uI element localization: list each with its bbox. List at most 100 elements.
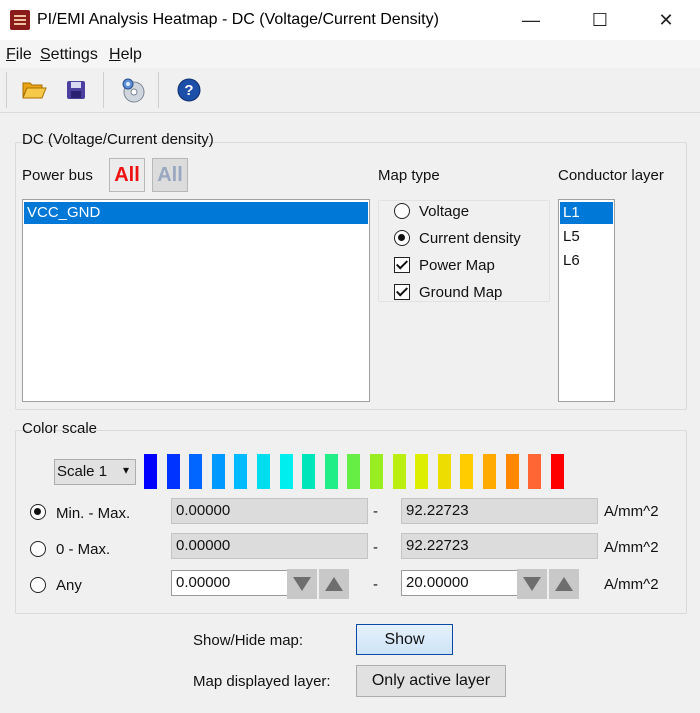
- color-scale-title: Color scale: [22, 420, 98, 437]
- range-dash: -: [373, 503, 378, 520]
- power-bus-all-button[interactable]: All: [109, 158, 145, 192]
- color-swatch: [280, 454, 293, 489]
- any-max-decrement-button[interactable]: [517, 569, 547, 599]
- menu-settings-accel: S: [40, 46, 51, 63]
- menu-settings[interactable]: Settings: [40, 46, 98, 64]
- color-swatch: [144, 454, 157, 489]
- min-max-min-field: 0.00000: [171, 498, 368, 524]
- color-swatch: [325, 454, 338, 489]
- show-button[interactable]: Show: [356, 624, 453, 655]
- settings-disc-icon: [122, 78, 145, 103]
- open-button[interactable]: [19, 76, 49, 104]
- unit-label: A/mm^2: [604, 503, 659, 520]
- help-button[interactable]: ?: [174, 76, 204, 104]
- any-max-input[interactable]: 20.00000: [401, 570, 518, 596]
- voltage-label: Voltage: [419, 203, 470, 220]
- scale-select-value: Scale 1: [57, 463, 108, 480]
- toolbar-separator: [103, 72, 104, 108]
- maximize-icon: ☐: [591, 9, 609, 30]
- menu-file-label: ile: [15, 46, 32, 63]
- toolbar-separator: [158, 72, 159, 108]
- minimize-button[interactable]: —: [508, 0, 554, 40]
- ground-map-checkbox[interactable]: [394, 284, 410, 300]
- color-swatch: [302, 454, 315, 489]
- power-bus-label: Power bus: [22, 167, 93, 184]
- triangle-up-icon: [555, 577, 573, 591]
- maximize-button[interactable]: ☐: [577, 0, 623, 40]
- app-logo-icon: [10, 10, 30, 30]
- triangle-up-icon: [325, 577, 343, 591]
- any-max-increment-button[interactable]: [549, 569, 579, 599]
- dc-group-title: DC (Voltage/Current density): [22, 131, 214, 148]
- show-hide-label: Show/Hide map:: [193, 632, 304, 649]
- current-density-radio[interactable]: [394, 230, 410, 246]
- unit-label: A/mm^2: [604, 539, 659, 556]
- color-swatch: [528, 454, 541, 489]
- map-type-label: Map type: [378, 167, 440, 184]
- open-folder-icon: [22, 82, 47, 99]
- color-swatch: [234, 454, 247, 489]
- menu-bar: [0, 40, 700, 68]
- layer-item-l6[interactable]: L6: [560, 250, 613, 272]
- toolbar: [0, 68, 700, 113]
- color-swatch: [415, 454, 428, 489]
- help-question-mark: ?: [184, 82, 193, 99]
- power-bus-all-disabled-button[interactable]: All: [152, 158, 188, 192]
- color-swatch: [460, 454, 473, 489]
- toolbar-separator: [6, 72, 7, 108]
- window-title: PI/EMI Analysis Heatmap - DC (Voltage/Cu…: [37, 11, 439, 28]
- menu-help-accel: H: [109, 46, 121, 63]
- conductor-layer-label: Conductor layer: [558, 167, 664, 184]
- min-max-label: Min. - Max.: [56, 505, 131, 522]
- save-button[interactable]: [61, 76, 91, 104]
- any-label: Any: [56, 577, 82, 594]
- range-dash: -: [373, 539, 378, 556]
- zero-max-label: 0 - Max.: [56, 541, 111, 558]
- any-min-input[interactable]: 0.00000: [171, 570, 288, 596]
- menu-help-label: elp: [120, 46, 142, 63]
- any-min-increment-button[interactable]: [319, 569, 349, 599]
- power-map-checkbox[interactable]: [394, 257, 410, 273]
- any-min-decrement-button[interactable]: [287, 569, 317, 599]
- chevron-down-icon: ▾: [123, 463, 130, 477]
- color-swatch: [257, 454, 270, 489]
- menu-help[interactable]: Help: [109, 46, 142, 64]
- menu-file[interactable]: File: [6, 46, 32, 64]
- power-bus-item[interactable]: VCC_GND: [24, 202, 368, 224]
- color-swatch: [347, 454, 360, 489]
- unit-label: A/mm^2: [604, 576, 659, 593]
- triangle-down-icon: [293, 577, 311, 591]
- color-swatch: [167, 454, 180, 489]
- conductor-layer-list[interactable]: L1 L5 L6: [558, 199, 615, 402]
- menu-file-accel: F: [6, 46, 16, 63]
- color-swatch: [393, 454, 406, 489]
- only-active-layer-button[interactable]: Only active layer: [356, 665, 506, 697]
- ground-map-label: Ground Map: [419, 284, 503, 301]
- scale-select[interactable]: Scale 1 ▾: [54, 459, 136, 485]
- current-density-label: Current density: [419, 230, 521, 247]
- zero-max-max-field: 92.22723: [401, 533, 598, 559]
- minimize-icon: —: [522, 9, 540, 30]
- color-swatch: [506, 454, 519, 489]
- power-map-label: Power Map: [419, 257, 495, 274]
- min-max-radio[interactable]: [30, 504, 46, 520]
- help-icon: ?: [177, 78, 201, 102]
- voltage-radio[interactable]: [394, 203, 410, 219]
- zero-max-radio[interactable]: [30, 541, 46, 557]
- close-icon: ✕: [658, 9, 674, 30]
- color-swatch: [370, 454, 383, 489]
- power-bus-list[interactable]: VCC_GND: [22, 199, 370, 402]
- menu-settings-label: ettings: [50, 46, 98, 63]
- color-swatch: [438, 454, 451, 489]
- zero-max-min-field: 0.00000: [171, 533, 368, 559]
- save-icon: [67, 81, 85, 99]
- color-swatch: [483, 454, 496, 489]
- color-swatch: [551, 454, 564, 489]
- layer-item-l5[interactable]: L5: [560, 226, 613, 248]
- close-button[interactable]: ✕: [643, 0, 689, 40]
- layer-item-l1[interactable]: L1: [560, 202, 613, 224]
- settings-button[interactable]: [118, 76, 148, 104]
- triangle-down-icon: [523, 577, 541, 591]
- color-swatch: [212, 454, 225, 489]
- any-radio[interactable]: [30, 577, 46, 593]
